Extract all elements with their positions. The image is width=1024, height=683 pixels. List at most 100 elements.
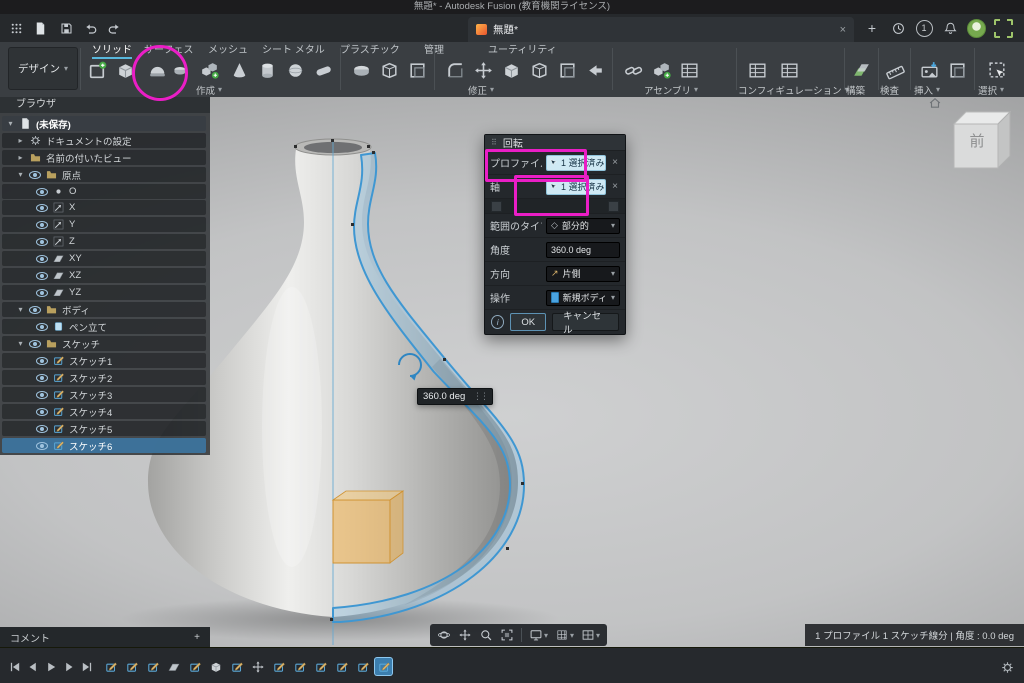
zoom-icon[interactable] — [479, 628, 493, 642]
drag-grip-icon[interactable]: ⋮⋮ — [473, 391, 489, 402]
viewcube-front-label[interactable]: 前 — [954, 130, 1000, 151]
cylinder-tool-icon[interactable] — [254, 57, 280, 83]
browser-item-origin-point[interactable]: O — [2, 184, 206, 199]
timeline-feature-sketch[interactable] — [270, 658, 287, 675]
visibility-eye-icon[interactable] — [36, 187, 48, 196]
browser-item-yz-plane[interactable]: YZ — [2, 285, 206, 300]
profile-selection-field[interactable]: 1 選択済み — [546, 154, 606, 171]
tab-utilities[interactable]: ユーティリティ — [488, 44, 557, 57]
notifications-bell-icon[interactable] — [940, 18, 960, 38]
browser-item-y-axis[interactable]: Y — [2, 217, 206, 232]
browser-item-sketch4[interactable]: スケッチ4 — [2, 404, 206, 419]
offset-tool-icon[interactable] — [554, 57, 580, 83]
chevron-right-icon[interactable]: ▸ — [16, 153, 25, 162]
visibility-eye-icon[interactable] — [36, 441, 48, 450]
tab-plastic[interactable]: プラスチック — [340, 44, 400, 57]
timeline-skip-end-button[interactable] — [80, 660, 96, 676]
insert-link-tool-icon[interactable] — [620, 57, 646, 83]
torus-tool-icon[interactable] — [310, 57, 336, 83]
redo-icon[interactable] — [104, 18, 124, 38]
browser-item-z-axis[interactable]: Z — [2, 234, 206, 249]
chevron-right-icon[interactable]: ▸ — [16, 136, 25, 145]
fillet-tool-icon[interactable] — [442, 57, 468, 83]
create-sketch-icon[interactable] — [84, 57, 110, 83]
visibility-eye-icon[interactable] — [36, 288, 48, 297]
construct-plane-icon[interactable] — [848, 57, 874, 83]
browser-item-named-views[interactable]: ▸ 名前の付いたビュー — [2, 150, 206, 165]
browser-item-sketches-folder[interactable]: ▾ スケッチ — [2, 336, 206, 351]
create-menu-icon[interactable] — [196, 57, 222, 83]
browser-item-sketch2[interactable]: スケッチ2 — [2, 370, 206, 385]
timeline-feature-sketch[interactable] — [291, 658, 308, 675]
configuration-table-icon[interactable] — [744, 57, 770, 83]
visibility-eye-icon[interactable] — [36, 322, 48, 331]
sphere-tool-icon[interactable] — [282, 57, 308, 83]
insert-canvas-icon[interactable] — [916, 57, 942, 83]
user-avatar[interactable] — [966, 18, 986, 38]
angle-input[interactable]: 360.0 deg — [546, 241, 620, 258]
dialog-titlebar[interactable]: ⠿ 回転 — [485, 135, 625, 150]
chevron-down-icon[interactable]: ▾ — [16, 170, 25, 179]
browser-item-sketch5[interactable]: スケッチ5 — [2, 421, 206, 436]
revolve-tool-icon[interactable] — [144, 57, 170, 83]
visibility-eye-icon[interactable] — [29, 170, 41, 179]
loft-tool-icon[interactable] — [376, 57, 402, 83]
visibility-eye-icon[interactable] — [36, 237, 48, 246]
timeline-feature-sketch[interactable] — [186, 658, 203, 675]
timeline-feature-move[interactable] — [249, 658, 266, 675]
tab-sheet-metal[interactable]: シート メタル — [262, 44, 325, 57]
collaboration-count-badge[interactable]: 1 — [914, 18, 934, 38]
visibility-eye-icon[interactable] — [36, 220, 48, 229]
document-tab[interactable]: 無題* × — [468, 17, 854, 42]
timeline-play-button[interactable] — [44, 660, 60, 676]
patch-tool-icon[interactable] — [172, 57, 188, 83]
browser-item-sketch3[interactable]: スケッチ3 — [2, 387, 206, 402]
fit-view-icon[interactable] — [500, 628, 514, 642]
chevron-down-icon[interactable]: ▾ — [16, 339, 25, 348]
group-assemble[interactable]: アセンブリ ▾ — [644, 84, 698, 97]
info-icon[interactable]: i — [491, 315, 505, 329]
visibility-eye-icon[interactable] — [36, 271, 48, 280]
job-status-icon[interactable] — [888, 18, 908, 38]
visibility-eye-icon[interactable] — [29, 339, 41, 348]
workspace-selector[interactable]: デザイン ▾ — [8, 47, 78, 90]
clear-axis-icon[interactable]: × — [610, 181, 620, 192]
group-inspect[interactable]: 検査 — [880, 84, 899, 97]
browser-item-x-axis[interactable]: X — [2, 200, 206, 215]
new-component-tool-icon[interactable] — [648, 57, 674, 83]
timeline-feature-body[interactable] — [207, 658, 224, 675]
reverse-tool-icon[interactable] — [582, 57, 608, 83]
tab-mesh[interactable]: メッシュ — [208, 44, 248, 57]
chevron-down-icon[interactable]: ▾ — [6, 119, 15, 128]
group-create[interactable]: 作成 ▾ — [196, 84, 222, 97]
group-insert[interactable]: 挿入 ▾ — [914, 84, 940, 97]
chevron-down-icon[interactable]: ▾ — [16, 305, 25, 314]
browser-item-sketch1[interactable]: スケッチ1 — [2, 353, 206, 368]
timeline-step-forward-button[interactable] — [62, 660, 78, 676]
group-configure[interactable]: コンフィギュレーション ▾ — [738, 84, 849, 97]
extrude-tool-icon[interactable] — [226, 57, 252, 83]
direction-dropdown[interactable]: ↗ 片側 ▾ — [546, 265, 620, 282]
visibility-eye-icon[interactable] — [29, 305, 41, 314]
browser-item-body-penstand[interactable]: ペン立て — [2, 319, 206, 334]
timeline-feature-sketch[interactable] — [312, 658, 329, 675]
angle-inline-input[interactable]: 360.0 deg ⋮⋮ — [417, 388, 493, 405]
group-construct[interactable]: 構築 — [846, 84, 865, 97]
extent-type-dropdown[interactable]: ◇ 部分的 ▾ — [546, 217, 620, 234]
browser-item-document-root[interactable]: ▾ (未保存) — [2, 116, 206, 131]
move-copy-tool-icon[interactable] — [470, 57, 496, 83]
selection-tool-icon[interactable] — [984, 57, 1010, 83]
decal-tool-icon[interactable] — [944, 57, 970, 83]
configuration-insert-icon[interactable] — [776, 57, 802, 83]
operation-dropdown[interactable]: 新規ボディ ▾ — [546, 289, 620, 306]
pattern-tool-icon[interactable] — [404, 57, 430, 83]
section-preview-box[interactable] — [332, 499, 391, 564]
cancel-button[interactable]: キャンセル — [552, 311, 619, 336]
timeline-feature-sketch-active[interactable] — [375, 658, 392, 675]
file-menu-icon[interactable] — [30, 18, 50, 38]
joint-tool-icon[interactable] — [676, 57, 702, 83]
browser-item-xy-plane[interactable]: XY — [2, 251, 206, 266]
timeline-feature-sketch[interactable] — [102, 658, 119, 675]
visibility-eye-icon[interactable] — [36, 203, 48, 212]
timeline-feature-sketch[interactable] — [123, 658, 140, 675]
